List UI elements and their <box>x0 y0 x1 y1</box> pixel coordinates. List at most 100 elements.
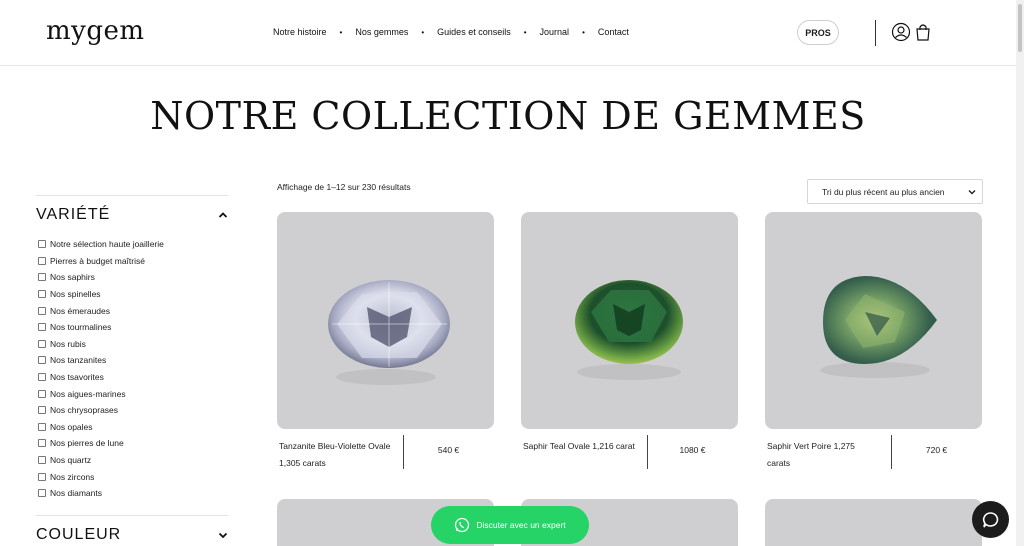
chat-bubble-icon <box>982 511 998 527</box>
checkbox[interactable] <box>38 489 46 498</box>
filter-label: Nos opales <box>50 421 93 432</box>
checkbox[interactable] <box>38 323 46 332</box>
checkbox[interactable] <box>38 373 46 382</box>
checkbox[interactable] <box>38 472 46 481</box>
filter-option[interactable]: Nos chrysoprases <box>38 402 164 419</box>
page-title: NOTRE COLLECTION DE GEMMES <box>150 94 866 138</box>
product-price: 1080 € <box>679 445 706 455</box>
account-icon[interactable] <box>891 22 911 42</box>
nav-contact[interactable]: Contact <box>598 27 629 37</box>
product-image[interactable] <box>765 499 982 546</box>
filter-label: Notre sélection haute joaillerie <box>50 239 164 250</box>
filter-option[interactable]: Nos zircons <box>38 468 164 485</box>
filter-label: Nos tourmalines <box>50 322 112 333</box>
filter-option[interactable]: Nos spinelles <box>38 286 164 303</box>
filter-option[interactable]: Nos aigues-marines <box>38 385 164 402</box>
sort-select[interactable]: Tri du plus récent au plus ancien <box>807 179 983 204</box>
filter-label: Nos tanzanites <box>50 355 107 366</box>
filter-variety-header[interactable]: VARIÉTÉ <box>36 206 228 224</box>
checkbox[interactable] <box>38 290 46 299</box>
product-card[interactable] <box>765 499 982 546</box>
product-name[interactable]: Saphir Vert Poire 1,275 carats <box>767 438 879 471</box>
checkbox[interactable] <box>38 389 46 398</box>
sidebar-divider <box>36 515 228 516</box>
filter-option[interactable]: Pierres à budget maîtrisé <box>38 253 164 270</box>
nav-separator: • <box>421 27 425 37</box>
filter-variety-title: VARIÉTÉ <box>36 206 111 223</box>
product-name[interactable]: Saphir Teal Ovale 1,216 carat <box>523 438 635 455</box>
teal-sapphire-gem-image <box>575 280 683 380</box>
whatsapp-icon <box>455 517 470 533</box>
checkbox[interactable] <box>38 273 46 282</box>
chevron-down-icon <box>968 190 976 195</box>
main-nav: Notre histoire • Nos gemmes • Guides et … <box>273 27 629 37</box>
filter-label: Pierres à budget maîtrisé <box>50 255 145 266</box>
filter-label: Nos tsavorites <box>50 372 104 383</box>
checkbox[interactable] <box>38 339 46 348</box>
scrollbar-thumb[interactable] <box>1018 4 1022 52</box>
product-info: Saphir Teal Ovale 1,216 carat 1080 € <box>521 435 738 483</box>
product-name[interactable]: Tanzanite Bleu-Violette Ovale 1,305 cara… <box>279 438 391 471</box>
filter-option[interactable]: Nos saphirs <box>38 269 164 286</box>
filter-label: Nos pierres de lune <box>50 438 124 449</box>
filter-option[interactable]: Nos rubis <box>38 336 164 353</box>
filter-label: Nos quartz <box>50 455 92 466</box>
checkbox[interactable] <box>38 256 46 265</box>
product-card[interactable]: Tanzanite Bleu-Violette Ovale 1,305 cara… <box>277 212 494 483</box>
whatsapp-label: Discuter avec un expert <box>476 520 566 530</box>
result-count: Affichage de 1–12 sur 230 résultats <box>277 182 411 192</box>
pros-button[interactable]: PROS <box>797 20 839 45</box>
checkbox[interactable] <box>38 306 46 315</box>
chat-button[interactable] <box>972 501 1009 538</box>
nav-separator: • <box>523 27 527 37</box>
checkbox[interactable] <box>38 422 46 431</box>
filter-label: Nos aigues-marines <box>50 388 126 399</box>
filter-label: Nos rubis <box>50 338 86 349</box>
filter-option[interactable]: Nos pierres de lune <box>38 435 164 452</box>
checkbox[interactable] <box>38 406 46 415</box>
checkbox[interactable] <box>38 240 46 249</box>
product-image[interactable] <box>765 212 982 429</box>
product-price: 720 € <box>925 445 948 455</box>
filter-label: Nos saphirs <box>50 272 95 283</box>
filter-option[interactable]: Nos tourmalines <box>38 319 164 336</box>
page: mygem Notre histoire • Nos gemmes • Guid… <box>0 0 1024 546</box>
filter-option[interactable]: Nos émeraudes <box>38 302 164 319</box>
filter-option[interactable]: Notre sélection haute joaillerie <box>38 236 164 253</box>
filter-option[interactable]: Nos tsavorites <box>38 369 164 386</box>
product-card[interactable]: Saphir Teal Ovale 1,216 carat 1080 € <box>521 212 738 483</box>
variety-filter-list: Notre sélection haute joaillerie Pierres… <box>38 236 164 502</box>
filter-option[interactable]: Nos tanzanites <box>38 352 164 369</box>
checkbox[interactable] <box>38 456 46 465</box>
checkbox[interactable] <box>38 356 46 365</box>
filter-option[interactable]: Nos opales <box>38 419 164 436</box>
nav-separator: • <box>582 27 585 37</box>
cart-icon[interactable] <box>913 22 933 42</box>
filter-label: Nos diamants <box>50 488 102 499</box>
product-card[interactable]: Saphir Vert Poire 1,275 carats 720 € <box>765 212 982 483</box>
filter-option[interactable]: Nos diamants <box>38 485 164 502</box>
whatsapp-chat-button[interactable]: Discuter avec un expert <box>431 506 589 544</box>
green-sapphire-gem-image <box>820 276 937 378</box>
sidebar-divider <box>36 195 228 196</box>
nav-journal[interactable]: Journal <box>540 27 570 37</box>
chevron-up-icon[interactable] <box>218 210 228 220</box>
scrollbar-track[interactable] <box>1016 0 1024 546</box>
filter-label: Nos zircons <box>50 471 95 482</box>
filter-color-header[interactable]: COULEUR <box>36 526 228 544</box>
checkbox[interactable] <box>38 439 46 448</box>
filter-label: Nos émeraudes <box>50 305 111 316</box>
nav-notre-histoire[interactable]: Notre histoire <box>273 27 327 37</box>
logo[interactable]: mygem <box>46 16 145 46</box>
filter-option[interactable]: Nos quartz <box>38 452 164 469</box>
chevron-down-icon[interactable] <box>218 530 228 540</box>
product-image[interactable] <box>277 212 494 429</box>
nav-guides[interactable]: Guides et conseils <box>437 27 511 37</box>
product-info: Tanzanite Bleu-Violette Ovale 1,305 cara… <box>277 435 494 483</box>
nav-separator: • <box>339 27 343 37</box>
product-image[interactable] <box>521 212 738 429</box>
product-price: 540 € <box>437 445 460 455</box>
nav-nos-gemmes[interactable]: Nos gemmes <box>355 27 408 37</box>
sort-select-value: Tri du plus récent au plus ancien <box>822 186 945 197</box>
filter-color-title: COULEUR <box>36 526 122 543</box>
